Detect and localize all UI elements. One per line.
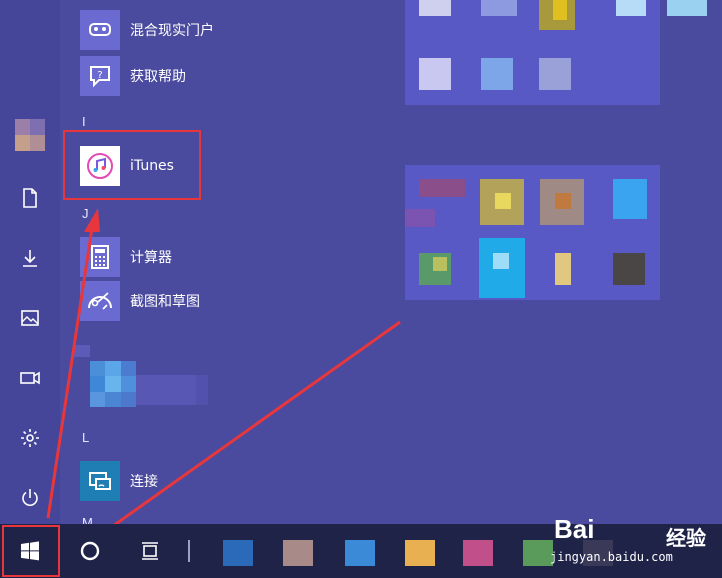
- settings-button[interactable]: [0, 413, 60, 463]
- svg-text:?: ?: [97, 70, 102, 81]
- cortana-circle-icon: [80, 541, 100, 561]
- app-list: 混合现实门户 ? 获取帮助 I iTunes J 计算器 截图和草图 L 连接 …: [60, 0, 390, 530]
- app-snip-sketch[interactable]: 截图和草图: [80, 280, 200, 322]
- document-icon: [23, 188, 37, 208]
- app-label: 计算器: [130, 250, 172, 266]
- start-button-highlight-box: [2, 525, 60, 577]
- app-calculator[interactable]: 计算器: [80, 236, 172, 278]
- app-label: 混合现实门户: [130, 23, 214, 39]
- tile-group-middle[interactable]: [405, 165, 660, 300]
- pictures-button[interactable]: [0, 293, 60, 343]
- baidu-jingyan-watermark: Bai 经验 jingyan.baidu.com: [548, 512, 722, 578]
- tile-top-right[interactable]: [602, 0, 660, 40]
- pictures-icon: [21, 310, 39, 326]
- letter-header-l[interactable]: L: [82, 430, 89, 445]
- redacted-app-entry[interactable]: [74, 345, 214, 407]
- watermark-logo-text: Bai: [554, 514, 595, 544]
- watermark-jingyan-text: 经验: [666, 526, 706, 550]
- mixed-reality-icon: [80, 10, 120, 50]
- cortana-button[interactable]: [65, 524, 115, 578]
- settings-icon: [21, 429, 39, 447]
- documents-button[interactable]: [0, 173, 60, 223]
- power-button[interactable]: [0, 473, 60, 523]
- app-label: 连接: [130, 474, 158, 490]
- avatar-icon: [15, 119, 45, 151]
- video-icon: [20, 371, 40, 385]
- start-sidebar: [0, 0, 60, 524]
- downloads-button[interactable]: [0, 233, 60, 283]
- app-connect[interactable]: 连接: [80, 460, 158, 502]
- task-view-button[interactable]: [125, 524, 175, 578]
- connect-icon: [80, 461, 120, 501]
- app-mixed-reality-portal[interactable]: 混合现实门户: [80, 9, 214, 51]
- letter-header-i[interactable]: I: [82, 114, 86, 129]
- app-label: 截图和草图: [130, 294, 200, 310]
- user-avatar[interactable]: [0, 110, 60, 160]
- task-view-icon: [142, 542, 158, 560]
- app-label: 获取帮助: [130, 69, 186, 85]
- get-help-icon: ?: [80, 56, 120, 96]
- taskbar-separator: [188, 540, 190, 562]
- snip-sketch-icon: [80, 281, 120, 321]
- watermark-url: jingyan.baidu.com: [550, 550, 673, 564]
- power-icon: [22, 489, 38, 506]
- download-icon: [23, 250, 37, 267]
- videos-button[interactable]: [0, 353, 60, 403]
- itunes-highlight-box: [63, 130, 201, 200]
- calculator-icon: [80, 237, 120, 277]
- letter-header-j[interactable]: J: [82, 206, 89, 221]
- app-get-help[interactable]: ? 获取帮助: [80, 55, 186, 97]
